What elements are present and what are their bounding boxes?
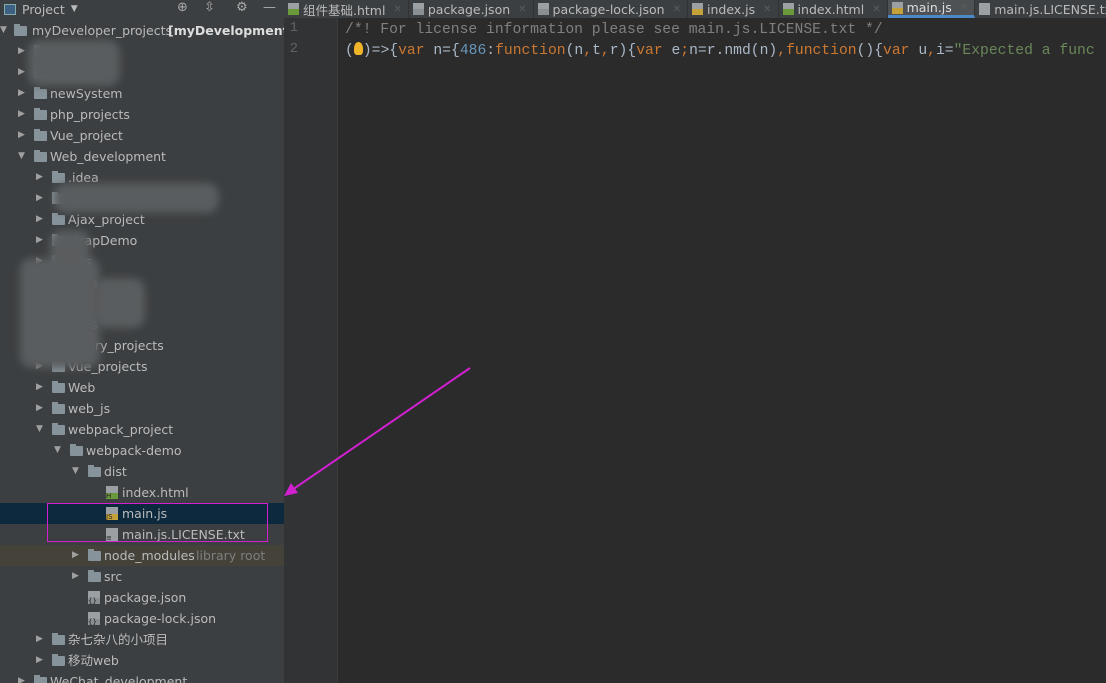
annotation-arrow [284, 367, 471, 496]
arrow-line [291, 367, 471, 491]
arrow-head [284, 483, 298, 496]
